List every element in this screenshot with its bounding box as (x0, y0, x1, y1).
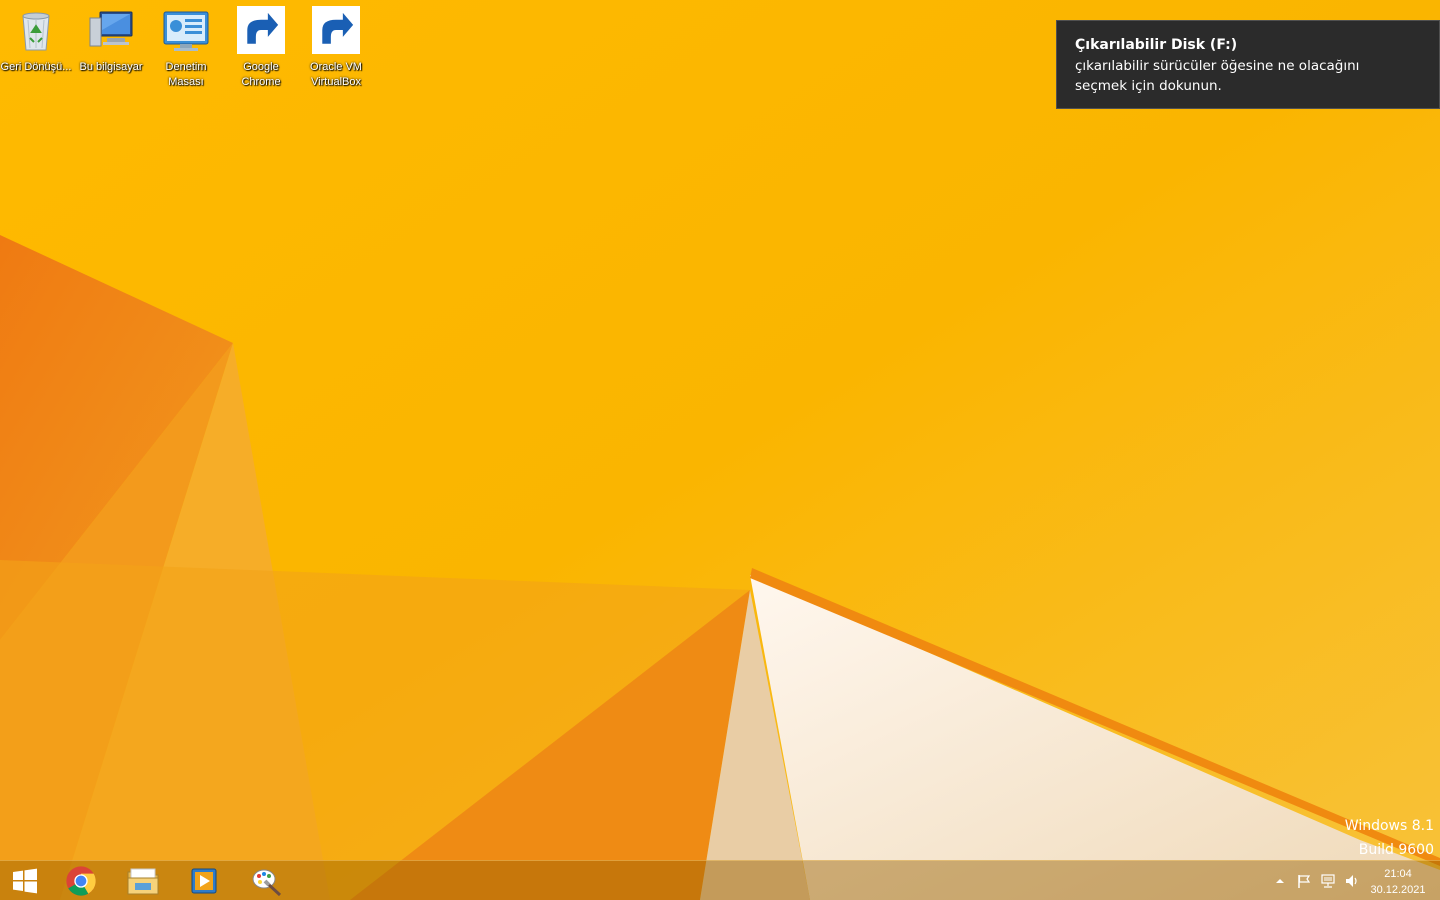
network-icon[interactable] (1320, 873, 1336, 889)
notification-title: Çıkarılabilir Disk (F:) (1075, 37, 1238, 53)
computer-icon (89, 11, 133, 47)
taskbar-file-explorer-button[interactable] (112, 861, 174, 900)
clock-date: 30.12.2021 (1370, 884, 1426, 896)
flag-icon[interactable] (1296, 873, 1312, 889)
desktop-icon-control-panel[interactable]: Denetim Masası (150, 6, 222, 90)
notification-body: çıkarılabilir sürücüler öğesine ne olaca… (1075, 58, 1360, 94)
system-tray: 21:04 30.12.2021 (1260, 861, 1440, 900)
windows-start-icon (13, 868, 37, 894)
taskbar-media-player-button[interactable] (173, 861, 235, 900)
desktop-icon-virtualbox[interactable]: V Oracle VM VirtualBox (300, 6, 372, 90)
recycle-bin-icon (22, 12, 50, 51)
desktop-icon-google-chrome[interactable]: Google Chrome (225, 6, 297, 90)
watermark-version: Windows 8.1 (1344, 818, 1434, 834)
desktop-icon-label: Geri Dönüşü... (0, 61, 72, 73)
desktop-icon-label: Oracle VM VirtualBox (310, 61, 362, 88)
watermark-build: Build 9600 (1358, 842, 1434, 858)
desktop-icon-label: Denetim Masası (165, 61, 207, 88)
taskbar-clock[interactable]: 21:04 30.12.2021 (1368, 866, 1428, 898)
file-explorer-icon (127, 868, 159, 895)
control-panel-icon (163, 11, 209, 51)
media-player-icon (191, 868, 217, 894)
desktop-wallpaper (0, 0, 1440, 900)
taskbar-paint-button[interactable] (236, 861, 298, 900)
desktop-icon-label: Google Chrome (241, 61, 281, 88)
removable-disk-notification[interactable]: Çıkarılabilir Disk (F:) çıkarılabilir sü… (1056, 20, 1440, 109)
desktop-icon-this-pc[interactable]: Bu bilgisayar (75, 6, 147, 75)
taskbar: 21:04 30.12.2021 (0, 860, 1440, 900)
clock-time: 21:04 (1384, 868, 1412, 880)
shortcut-arrow-icon (237, 6, 285, 54)
taskbar-chrome-button[interactable] (50, 861, 112, 900)
chevron-up-icon[interactable] (1272, 873, 1288, 889)
chrome-icon (66, 866, 96, 896)
shortcut-arrow-icon (312, 6, 360, 54)
desktop-icon-label: Bu bilgisayar (79, 61, 143, 73)
windows-version-watermark: Windows 8.1 Build 9600 (1345, 814, 1434, 862)
start-button[interactable] (0, 861, 56, 900)
desktop-icon-recycle-bin[interactable]: Geri Dönüşü... (0, 6, 72, 75)
volume-icon[interactable] (1344, 873, 1360, 889)
paint-icon (252, 869, 282, 897)
